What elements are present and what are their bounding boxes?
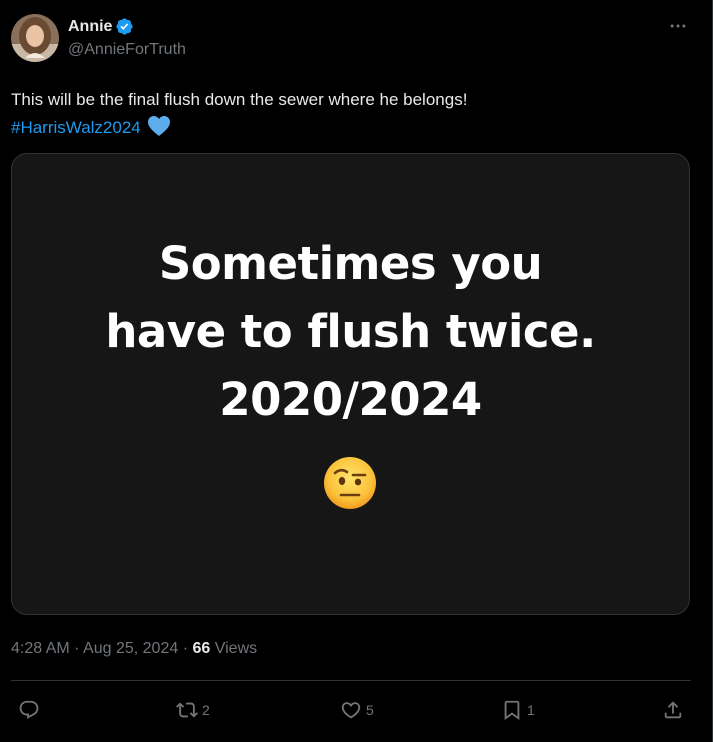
tweet-media-image[interactable]: Sometimes you have to flush twice. 2020/20… — [11, 153, 690, 615]
tweet-header: Annie @AnnieForTruth — [11, 14, 186, 62]
meme-text: Sometimes you have to flush twice. 2020/20… — [12, 230, 689, 434]
like-button[interactable]: 5 — [340, 695, 374, 725]
heart-icon — [341, 702, 361, 719]
meta-separator: · — [74, 640, 80, 657]
bookmark-count: 1 — [527, 702, 535, 718]
more-options-button[interactable] — [666, 14, 690, 38]
more-icon — [670, 24, 686, 28]
tweet-text: This will be the final flush down the se… — [11, 86, 691, 146]
meta-separator: · — [182, 640, 189, 657]
name-row: Annie — [68, 17, 186, 37]
blue-heart-icon — [147, 115, 171, 146]
tweet-hashtag-line: #HarrisWalz2024 — [11, 114, 691, 146]
author-names: Annie @AnnieForTruth — [68, 17, 186, 60]
meme-text-line: 2020/2024 — [219, 373, 482, 426]
avatar[interactable] — [11, 14, 59, 62]
repost-icon — [176, 702, 198, 718]
like-count: 5 — [366, 702, 374, 718]
share-button[interactable] — [662, 695, 684, 725]
bookmark-button[interactable]: 1 — [501, 695, 535, 725]
user-handle[interactable]: @AnnieForTruth — [68, 40, 186, 60]
views-count: 66 — [192, 640, 211, 657]
divider — [11, 680, 691, 681]
bookmark-icon — [504, 700, 520, 721]
meme-text-line: have to flush twice. — [105, 305, 596, 358]
views-label: Views — [214, 640, 258, 657]
tweet-time[interactable]: 4:28 AM — [11, 640, 70, 657]
tweet-card[interactable]: Annie @AnnieForTruth This will be the fi… — [0, 0, 713, 742]
meme-text-line: Sometimes you — [158, 237, 543, 290]
tweet-body: This will be the final flush down the se… — [11, 90, 468, 109]
tweet-date[interactable]: Aug 25, 2024 — [83, 640, 178, 657]
face-with-raised-eyebrow-icon — [322, 455, 378, 511]
share-icon — [664, 701, 682, 719]
tweet-metadata: 4:28 AM · Aug 25, 2024 · 66 Views — [11, 640, 257, 658]
display-name[interactable]: Annie — [68, 17, 112, 37]
action-bar: 2 5 1 — [0, 695, 713, 725]
reply-icon — [19, 700, 39, 719]
reply-button[interactable] — [18, 695, 40, 725]
hashtag-link[interactable]: #HarrisWalz2024 — [11, 118, 141, 137]
verified-badge-icon[interactable] — [115, 17, 134, 36]
repost-button[interactable]: 2 — [176, 695, 210, 725]
repost-count: 2 — [202, 702, 210, 718]
